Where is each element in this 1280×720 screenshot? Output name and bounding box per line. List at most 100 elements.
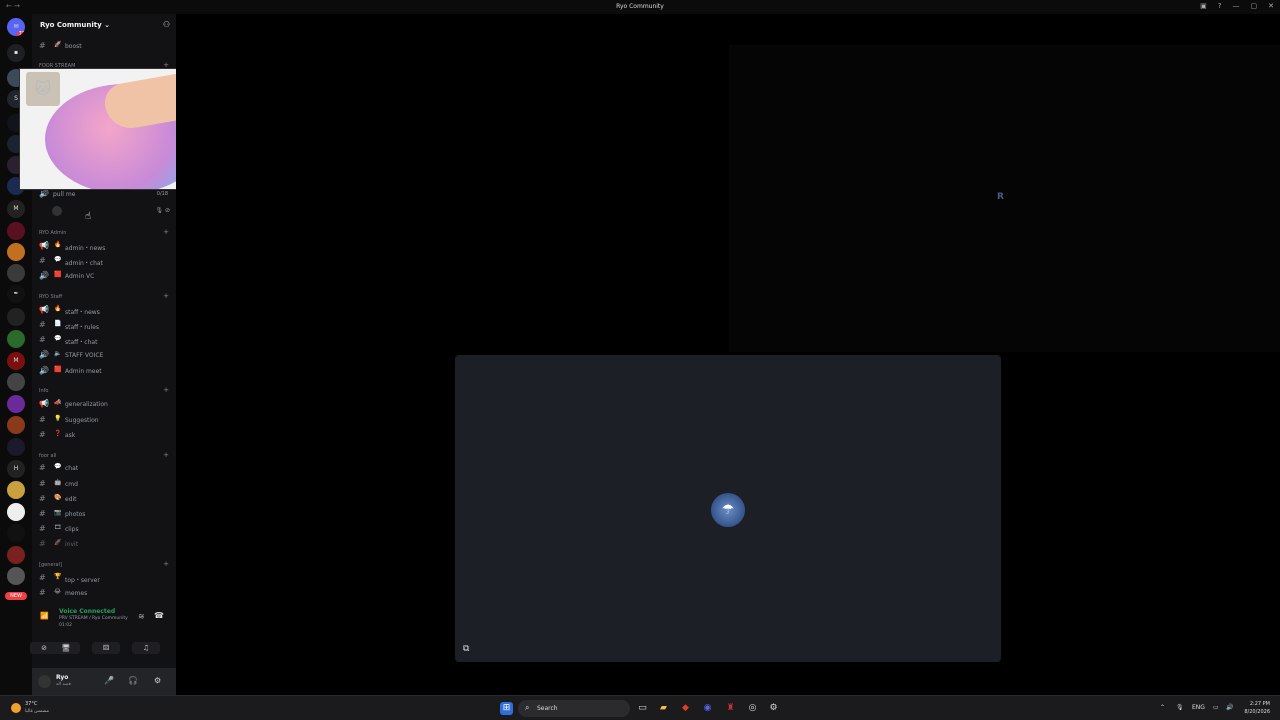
server-icon[interactable]: [7, 416, 25, 434]
weather-temperature[interactable]: 37°C: [25, 701, 37, 707]
brave-browser-icon[interactable]: ◆: [679, 702, 692, 715]
server-icon[interactable]: [7, 264, 25, 282]
disconnect-icon[interactable]: ☎: [154, 611, 164, 620]
screen-share-icon[interactable]: ⧉: [463, 644, 469, 654]
channel-chat[interactable]: # 💬 chat: [36, 461, 172, 475]
microphone-icon[interactable]: 🎙: [1176, 704, 1184, 711]
channel-generalization[interactable]: 📢 📣 generalization: [36, 397, 172, 411]
avatar: [52, 206, 62, 216]
server-icon[interactable]: ✒: [7, 285, 25, 303]
server-icon[interactable]: [7, 546, 25, 564]
server-header[interactable]: Ryo Community ⌄ ⚇: [32, 14, 176, 36]
server-icon[interactable]: [7, 524, 25, 542]
channel-staff-chat[interactable]: # 💬 staff・chat: [36, 333, 172, 347]
channel-invit[interactable]: # 🚀 invit: [36, 537, 172, 551]
server-icon[interactable]: [7, 243, 25, 261]
new-unreads-pill[interactable]: NEW: [5, 592, 27, 600]
server-icon[interactable]: H: [7, 460, 25, 478]
chevron-up-icon[interactable]: ⌃: [1160, 704, 1165, 711]
search-box[interactable]: ⌕ Search: [518, 700, 630, 717]
server-icon[interactable]: M: [7, 200, 25, 218]
weather-description: ﻣﺸﻤﺲ ﻏﺎﻟﺒﺎ: [25, 709, 50, 714]
server-icon[interactable]: [7, 373, 25, 391]
channel-photos[interactable]: # 📷 photos: [36, 507, 172, 521]
speaker-icon: 🔊: [39, 271, 49, 280]
server-icon[interactable]: [7, 395, 25, 413]
category-ryo-admin[interactable]: RYO Admin +: [39, 228, 169, 236]
channel-suggestion[interactable]: # 💡 Suggestion: [36, 413, 172, 427]
channel-staff-news[interactable]: 📢 🔥 staff・news: [36, 303, 172, 317]
channel-top-server[interactable]: # 🏆 top・server: [36, 571, 172, 585]
participant-tile[interactable]: R: [729, 45, 1280, 352]
server-icon[interactable]: [7, 503, 25, 521]
minimize-button[interactable]: —: [1233, 2, 1240, 10]
settings-icon[interactable]: ⚙: [767, 702, 780, 715]
volume-icon[interactable]: 🔊: [1226, 704, 1233, 711]
add-channel-icon[interactable]: +: [163, 386, 169, 394]
server-icon[interactable]: [7, 222, 25, 240]
category-general[interactable]: [general] +: [39, 560, 169, 568]
server-icon[interactable]: M: [7, 352, 25, 370]
channel-ask[interactable]: # ❓ ask: [36, 428, 172, 442]
add-channel-icon[interactable]: +: [163, 228, 169, 236]
channel-staff-rules[interactable]: # 📄 staff・rules: [36, 318, 172, 332]
server-icon[interactable]: [7, 438, 25, 456]
server-icon[interactable]: [7, 567, 25, 585]
task-view-icon[interactable]: ▭: [636, 702, 649, 715]
app-icon[interactable]: ◎: [746, 702, 759, 715]
username[interactable]: Ryo: [56, 674, 68, 681]
close-button[interactable]: ✕: [1268, 2, 1274, 10]
channel-admin-chat[interactable]: # 💬 admin・chat: [36, 254, 172, 268]
noise-suppression-icon[interactable]: ≋: [138, 612, 145, 621]
title-bar: ← → Ryo Community ▣ ? — ▢ ✕: [0, 0, 1280, 14]
home-button[interactable]: ✉ 73: [7, 18, 25, 36]
channel-memes[interactable]: # 😂 memes: [36, 586, 172, 600]
file-explorer-icon[interactable]: ▰: [657, 702, 670, 715]
weather-sun-icon[interactable]: [11, 703, 21, 713]
headphones-icon[interactable]: 🎧: [128, 676, 138, 685]
gear-icon[interactable]: ⚙: [154, 676, 161, 685]
server-icon[interactable]: [7, 481, 25, 499]
channel-boost[interactable]: # 🚀 boost: [36, 39, 172, 53]
server-name: Ryo Community ⌄: [40, 21, 110, 29]
server-icon[interactable]: ▪: [7, 44, 25, 62]
category-info[interactable]: Info +: [39, 386, 169, 394]
document-icon: 📄: [54, 320, 62, 327]
soundboard-button[interactable]: ♫: [132, 642, 160, 654]
add-channel-icon[interactable]: +: [163, 292, 169, 300]
activities-button[interactable]: ⚄: [92, 642, 120, 654]
add-channel-icon[interactable]: +: [163, 451, 169, 459]
category-foor-all[interactable]: foor all +: [39, 451, 169, 459]
help-icon[interactable]: ?: [1218, 2, 1222, 10]
announcement-icon: 📢: [39, 399, 49, 408]
start-button[interactable]: ⊞: [500, 702, 513, 715]
channel-staff-voice[interactable]: 🔊 🔈 STAFF VOICE: [36, 348, 172, 362]
category-ryo-staff[interactable]: RYO Staff +: [39, 292, 169, 300]
system-clock[interactable]: 2:27 PM 8/20/2026: [1244, 700, 1270, 716]
channel-cmd[interactable]: # 🤖 cmd: [36, 477, 172, 491]
app-icon[interactable]: ♜: [724, 702, 737, 715]
channel-admin-vc[interactable]: 🔊 🟥 Admin VC: [36, 269, 172, 283]
discord-icon[interactable]: ◉: [701, 702, 714, 715]
channel-edit[interactable]: # 🎨 edit: [36, 492, 172, 506]
maximize-button[interactable]: ▢: [1251, 2, 1258, 10]
screen-share-button[interactable]: 🖥: [52, 642, 80, 654]
channel-admin-news[interactable]: 📢 🔥 admin・news: [36, 239, 172, 253]
flame-icon: 🔥: [54, 305, 62, 312]
microphone-icon[interactable]: 🎤: [104, 676, 114, 685]
channel-admin-meet[interactable]: 🔊 🟥 Admin meet: [36, 364, 172, 378]
signal-icon[interactable]: 📶: [40, 612, 49, 620]
language-indicator[interactable]: ENG: [1192, 704, 1205, 711]
network-icon[interactable]: ▭: [1213, 704, 1219, 711]
add-channel-icon[interactable]: +: [163, 560, 169, 568]
avatar[interactable]: [38, 675, 51, 688]
voice-user-row[interactable]: 🎙 ⊘: [46, 205, 172, 217]
stream-tile[interactable]: ☂ ⧉: [455, 355, 1001, 662]
server-icon[interactable]: [7, 330, 25, 348]
voice-status: Voice Connected: [59, 608, 116, 615]
channel-clips[interactable]: # 🎞 clips: [36, 522, 172, 536]
invite-icon[interactable]: ⚇: [163, 20, 170, 29]
inbox-icon[interactable]: ▣: [1200, 2, 1207, 10]
server-icon[interactable]: [7, 308, 25, 326]
voice-channel-name[interactable]: PRV STREAM / Ryo Community: [59, 616, 128, 621]
